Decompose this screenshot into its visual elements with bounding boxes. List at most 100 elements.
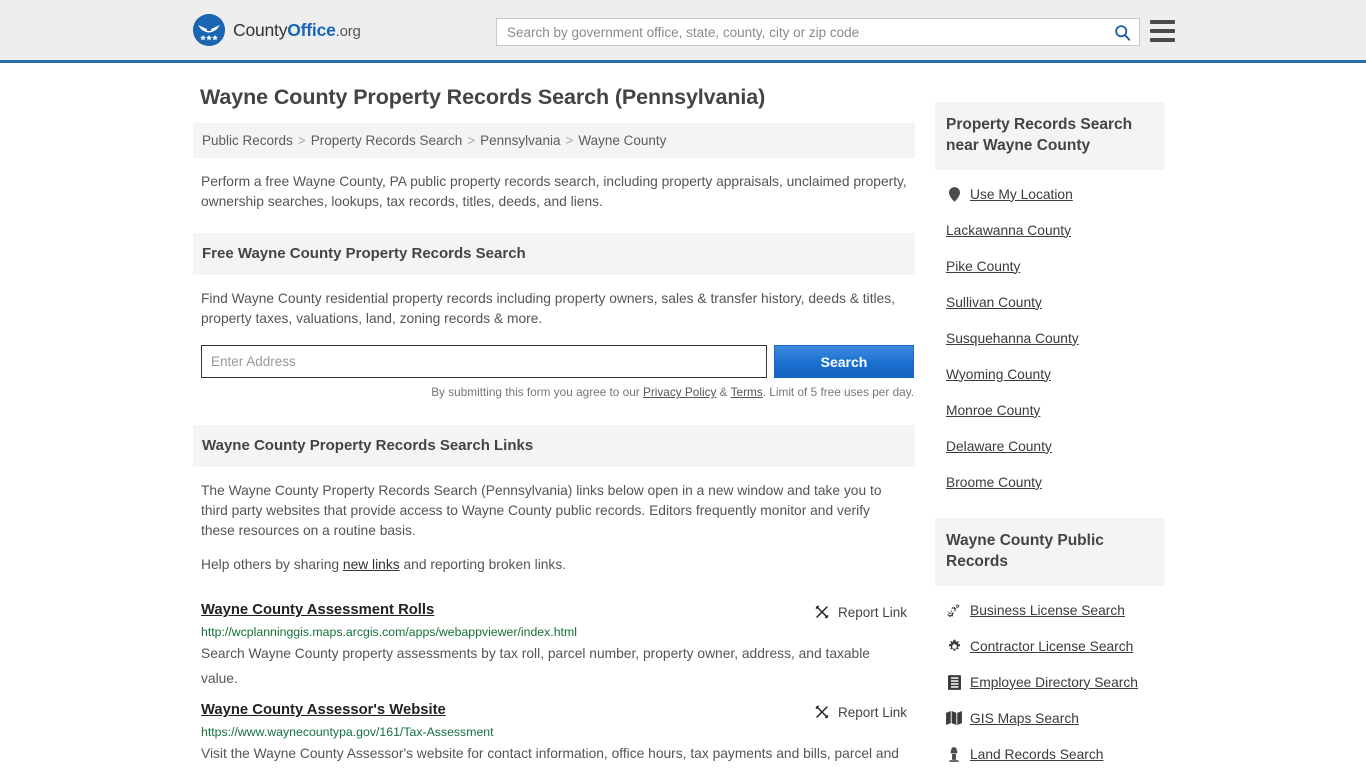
- terms-link[interactable]: Terms: [731, 385, 763, 399]
- sidebar-item-label[interactable]: Lackawanna County: [946, 223, 1071, 238]
- report-link-label: Report Link: [837, 704, 907, 720]
- links-section-heading: Wayne County Property Records Search Lin…: [193, 425, 915, 467]
- sidebar-nearby-heading: Property Records Search near Wayne Count…: [935, 102, 1165, 170]
- sidebar-item-label[interactable]: Susquehanna County: [946, 331, 1079, 346]
- link-item-description: Search Wayne County property assessments…: [201, 646, 870, 686]
- sidebar-item-contractor-license-search[interactable]: Contractor License Search: [946, 628, 1165, 664]
- sidebar-item-label[interactable]: Use My Location: [970, 187, 1073, 202]
- sidebar-item-broome-county[interactable]: Broome County: [946, 464, 1165, 500]
- search-icon: [1114, 24, 1130, 41]
- link-item-url: https://www.waynecountypa.gov/161/Tax-As…: [201, 725, 494, 739]
- privacy-policy-link[interactable]: Privacy Policy: [643, 385, 716, 399]
- link-item-description: Visit the Wayne County Assessor's websit…: [201, 746, 899, 761]
- sidebar-item-label[interactable]: Monroe County: [946, 403, 1040, 418]
- hamburger-bar: [1150, 29, 1175, 33]
- free-search-description-wrap: Find Wayne County residential property r…: [201, 289, 907, 329]
- site-logo-text: CountyOffice.org: [233, 20, 361, 41]
- hamburger-menu-icon[interactable]: [1150, 20, 1175, 42]
- sidebar-item-sullivan-county[interactable]: Sullivan County: [946, 284, 1165, 320]
- form-legal-note: By submitting this form you agree to our…: [193, 385, 914, 399]
- link-item-title[interactable]: Wayne County Assessment Rolls: [201, 602, 434, 618]
- sidebar-item-label[interactable]: Pike County: [946, 259, 1020, 274]
- links-section-body: The Wayne County Property Records Search…: [201, 481, 907, 575]
- breadcrumb-item-pennsylvania[interactable]: Pennsylvania: [480, 133, 560, 148]
- breadcrumb-item-wayne-county[interactable]: Wayne County: [578, 133, 666, 148]
- breadcrumb-item-property-records-search[interactable]: Property Records Search: [311, 133, 463, 148]
- sidebar-item-label[interactable]: Employee Directory Search: [970, 675, 1138, 690]
- links-section-help: Help others by sharing new links and rep…: [201, 555, 907, 575]
- legal-suffix: . Limit of 5 free uses per day.: [762, 385, 914, 399]
- hamburger-bar: [1150, 20, 1175, 24]
- logo-text-county: County: [233, 19, 288, 40]
- sidebar-public-records-heading: Wayne County Public Records: [935, 518, 1165, 586]
- hamburger-bar: [1150, 38, 1175, 42]
- sidebar-item-use-my-location[interactable]: Use My Location: [946, 176, 1165, 212]
- sidebar-item-label[interactable]: Sullivan County: [946, 295, 1042, 310]
- link-item-title[interactable]: Wayne County Assessor's Website: [201, 702, 446, 718]
- site-logo[interactable]: CountyOffice.org: [193, 14, 361, 46]
- address-input[interactable]: [201, 345, 767, 378]
- sidebar-item-lackawanna-county[interactable]: Lackawanna County: [946, 212, 1165, 248]
- link-item: Wayne County Assessor's Website Report L…: [201, 691, 907, 768]
- sidebar-nearby-list: Use My Location Lackawanna County Pike C…: [935, 176, 1165, 500]
- global-search-bar[interactable]: [496, 18, 1140, 46]
- sidebar-item-label[interactable]: Business License Search: [970, 603, 1125, 618]
- sidebar-item-wyoming-county[interactable]: Wyoming County: [946, 356, 1165, 392]
- new-links-link[interactable]: new links: [343, 557, 400, 572]
- sidebar-item-pike-county[interactable]: Pike County: [946, 248, 1165, 284]
- global-search-input[interactable]: [497, 19, 1105, 45]
- sidebar-item-gis-maps-search[interactable]: GIS Maps Search: [946, 700, 1165, 736]
- global-search-button[interactable]: [1105, 19, 1139, 45]
- main-content: Wayne County Property Records Search (Pe…: [193, 85, 915, 768]
- link-item-header: Wayne County Assessment Rolls Report Lin…: [201, 602, 907, 620]
- links-section-paragraph: The Wayne County Property Records Search…: [201, 483, 882, 538]
- help-suffix: and reporting broken links.: [399, 557, 567, 572]
- search-button[interactable]: Search: [774, 345, 914, 378]
- link-item-url: http://wcplanninggis.maps.arcgis.com/app…: [201, 625, 577, 639]
- site-header: CountyOffice.org: [0, 0, 1366, 63]
- landmark-icon: [946, 746, 962, 762]
- sidebar-item-delaware-county[interactable]: Delaware County: [946, 428, 1165, 464]
- link-item: Wayne County Assessment Rolls Report Lin…: [201, 591, 907, 691]
- sidebar-item-employee-directory-search[interactable]: Employee Directory Search: [946, 664, 1165, 700]
- page-title: Wayne County Property Records Search (Pe…: [200, 85, 766, 109]
- broken-link-icon: [815, 605, 829, 619]
- page-intro-text: Perform a free Wayne County, PA public p…: [201, 174, 907, 209]
- report-link-button[interactable]: Report Link: [814, 602, 907, 620]
- map-pin-icon: [946, 186, 962, 202]
- page-body: Wayne County Property Records Search (Pe…: [0, 63, 1366, 768]
- eagle-shield-logo-icon: [193, 14, 225, 46]
- report-link-label: Report Link: [837, 604, 907, 620]
- id-card-icon: [946, 674, 962, 690]
- logo-text-org: .org: [335, 22, 361, 40]
- breadcrumb-separator: >: [565, 133, 574, 148]
- sidebar-public-records-list: Business License Search Contractor Licen…: [935, 592, 1165, 768]
- report-link-button[interactable]: Report Link: [814, 702, 907, 720]
- sidebar-item-business-license-search[interactable]: Business License Search: [946, 592, 1165, 628]
- sidebar-item-label[interactable]: Broome County: [946, 475, 1042, 490]
- link-item-header: Wayne County Assessor's Website Report L…: [201, 702, 907, 720]
- address-search-form: Search: [201, 345, 914, 378]
- sidebar-item-land-records-search[interactable]: Land Records Search: [946, 736, 1165, 768]
- sidebar-item-monroe-county[interactable]: Monroe County: [946, 392, 1165, 428]
- sidebar-item-label[interactable]: GIS Maps Search: [970, 711, 1079, 726]
- sidebar-item-susquehanna-county[interactable]: Susquehanna County: [946, 320, 1165, 356]
- legal-prefix: By submitting this form you agree to our: [431, 385, 643, 399]
- legal-amp: &: [716, 385, 731, 399]
- free-search-heading: Free Wayne County Property Records Searc…: [193, 233, 915, 275]
- breadcrumb: Public Records > Property Records Search > P…: [193, 123, 915, 158]
- logo-text-office: Office: [287, 19, 336, 40]
- sidebar-divider-space: [935, 500, 1165, 518]
- breadcrumb-separator: >: [297, 133, 306, 148]
- map-icon: [946, 710, 962, 726]
- breadcrumb-item-public-records[interactable]: Public Records: [202, 133, 293, 148]
- sidebar-item-label[interactable]: Land Records Search: [970, 747, 1103, 762]
- sidebar-item-label[interactable]: Contractor License Search: [970, 639, 1133, 654]
- help-prefix: Help others by sharing: [201, 557, 343, 572]
- cogs-icon: [946, 602, 962, 618]
- sidebar-item-label[interactable]: Delaware County: [946, 439, 1052, 454]
- sidebar: Property Records Search near Wayne Count…: [935, 85, 1165, 768]
- gear-icon: [946, 638, 962, 654]
- sidebar-item-label[interactable]: Wyoming County: [946, 367, 1051, 382]
- broken-link-icon: [815, 705, 829, 719]
